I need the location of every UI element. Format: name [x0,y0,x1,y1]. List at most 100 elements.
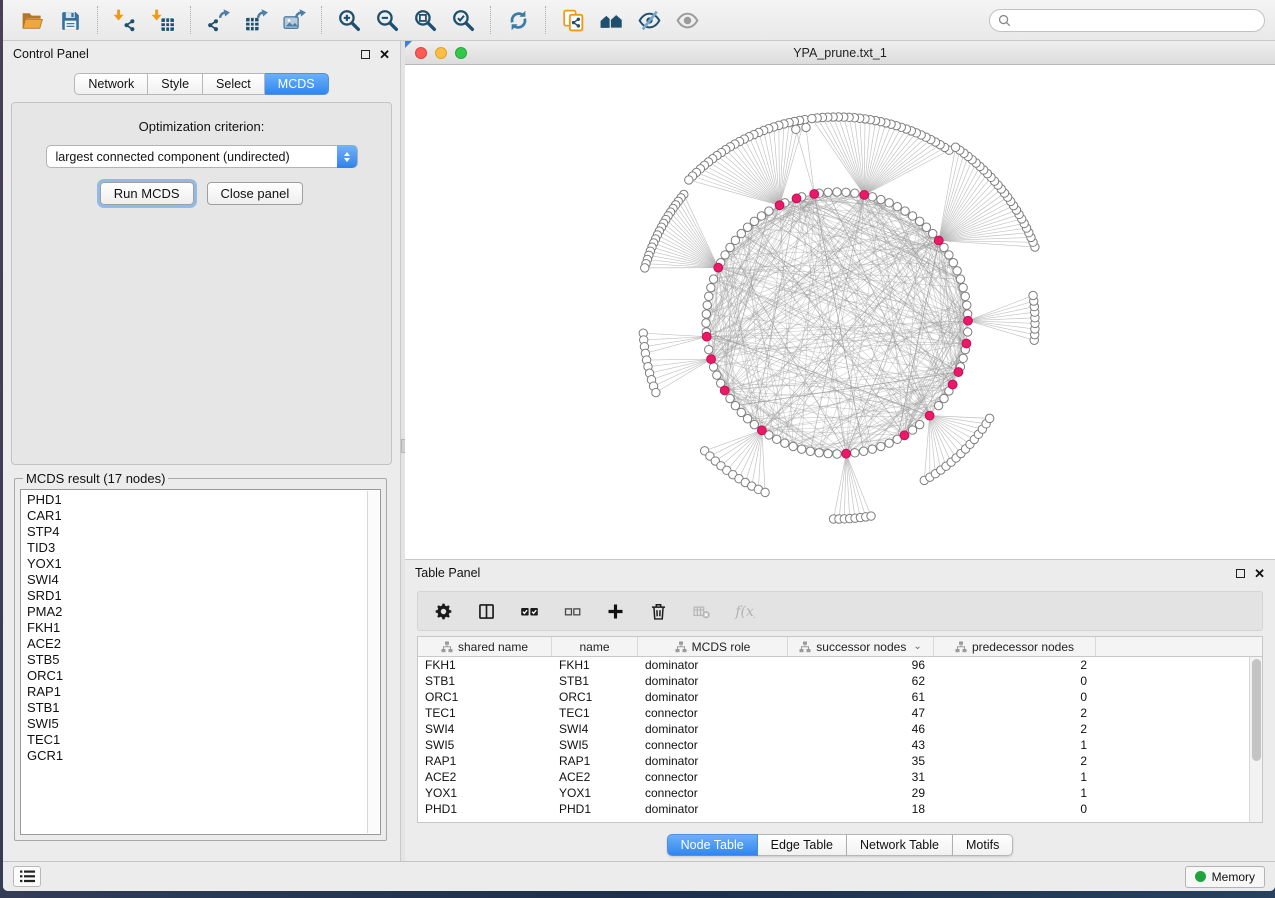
graph-node[interactable] [743,223,751,231]
graph-node[interactable] [961,292,969,300]
graph-mcds-node[interactable] [962,339,971,348]
graph-node[interactable] [956,275,964,283]
graph-mcds-node[interactable] [702,332,711,341]
graph-node[interactable] [934,401,942,409]
table-scrollbar-thumb[interactable] [1252,659,1261,761]
graph-node[interactable] [703,301,711,309]
memory-button[interactable]: Memory [1185,866,1265,888]
graph-node[interactable] [859,447,867,455]
add-column-button[interactable] [602,598,628,624]
graph-node[interactable] [792,125,800,133]
graph-node[interactable] [915,217,923,225]
graph-node[interactable] [743,415,751,423]
mcds-result-list[interactable]: PHD1CAR1STP4TID3YOX1SWI4SRD1PMA2FKH1ACE2… [20,489,381,835]
graph-node[interactable] [959,283,967,291]
column-header-predecessor-nodes[interactable]: predecessor nodes [934,637,1096,656]
graph-node[interactable] [707,283,715,291]
table-row[interactable]: RAP1RAP1dominator352 [418,753,1262,769]
graph-node[interactable] [959,354,967,362]
columns-button[interactable] [473,598,499,624]
table-row[interactable]: TEC1TEC1connector472 [418,705,1262,721]
gear-button[interactable] [430,598,456,624]
graph-node[interactable] [652,388,660,396]
hide-eye-button[interactable] [630,4,668,36]
graph-node[interactable] [985,414,993,422]
task-history-button[interactable] [13,866,41,887]
graph-node[interactable] [915,420,923,428]
graph-node[interactable] [806,447,814,455]
graph-node[interactable] [963,301,971,309]
import-table-button[interactable] [144,4,182,36]
tab-network-table[interactable]: Network Table [847,834,953,856]
graph-node[interactable] [940,394,948,402]
graph-node[interactable] [731,236,739,244]
tab-mcds[interactable]: MCDS [265,73,329,95]
export-image-button[interactable] [275,4,313,36]
graph-mcds-node[interactable] [792,194,801,203]
refresh-button[interactable] [499,4,537,36]
float-table-panel-icon[interactable] [1236,569,1245,578]
network-graph[interactable] [405,65,1273,558]
graph-mcds-node[interactable] [720,386,729,395]
open-button[interactable] [13,4,51,36]
graph-node[interactable] [949,259,957,267]
graph-mcds-node[interactable] [842,449,851,458]
graph-node[interactable] [737,229,745,237]
graph-mcds-node[interactable] [900,431,909,440]
graph-node[interactable] [702,310,710,318]
graph-node[interactable] [750,420,758,428]
graph-node[interactable] [702,319,710,327]
graph-mcds-node[interactable] [934,236,943,245]
graph-mcds-node[interactable] [810,190,819,199]
delete-column-button[interactable] [645,598,671,624]
close-table-panel-icon[interactable]: ✕ [1254,569,1265,578]
graph-node[interactable] [721,251,729,259]
graph-node[interactable] [750,217,758,225]
graph-node[interactable] [833,188,841,196]
graph-mcds-node[interactable] [707,355,716,364]
graph-node[interactable] [1029,291,1037,299]
close-panel-icon[interactable]: ✕ [379,50,390,59]
graph-node[interactable] [731,401,739,409]
run-mcds-button[interactable]: Run MCDS [100,182,194,205]
graph-node[interactable] [851,449,859,457]
graph-node[interactable] [885,199,893,207]
tab-network[interactable]: Network [74,73,148,95]
zoom-selected-button[interactable] [444,4,482,36]
tab-style[interactable]: Style [148,73,203,95]
zoom-in-button[interactable] [330,4,368,36]
graph-node[interactable] [815,449,823,457]
graph-node[interactable] [922,223,930,231]
graph-mcds-node[interactable] [714,263,723,272]
graph-node[interactable] [789,442,797,450]
graph-mcds-node[interactable] [775,201,784,210]
graph-node[interactable] [893,202,901,210]
deselect-all-button[interactable] [559,598,585,624]
optimization-criterion-select[interactable]: largest connected component (undirected) [46,145,358,168]
graph-node[interactable] [765,207,773,215]
clone-network-button[interactable] [554,4,592,36]
table-row[interactable]: SWI5SWI5connector431 [418,737,1262,753]
graph-node[interactable] [726,394,734,402]
graph-node[interactable] [726,243,734,251]
float-panel-icon[interactable] [361,50,370,59]
zoom-out-button[interactable] [368,4,406,36]
graph-node[interactable] [781,439,789,447]
houses-button[interactable] [592,4,630,36]
graph-mcds-node[interactable] [954,368,963,377]
graph-node[interactable] [773,435,781,443]
graph-node[interactable] [737,408,745,416]
tab-edge-table[interactable]: Edge Table [758,834,847,856]
graph-node[interactable] [945,251,953,259]
table-row[interactable]: ORC1ORC1dominator610 [418,689,1262,705]
graph-node[interactable] [877,442,885,450]
graph-node[interactable] [641,264,649,272]
eye-button[interactable] [668,4,706,36]
graph-node[interactable] [908,426,916,434]
column-header-successor-nodes[interactable]: successor nodes⌄ [788,637,934,656]
result-list-scrollbar[interactable] [367,491,379,833]
graph-node[interactable] [685,176,693,184]
table-row[interactable]: YOX1YOX1connector291 [418,785,1262,801]
graph-node[interactable] [808,114,816,122]
graph-node[interactable] [885,439,893,447]
